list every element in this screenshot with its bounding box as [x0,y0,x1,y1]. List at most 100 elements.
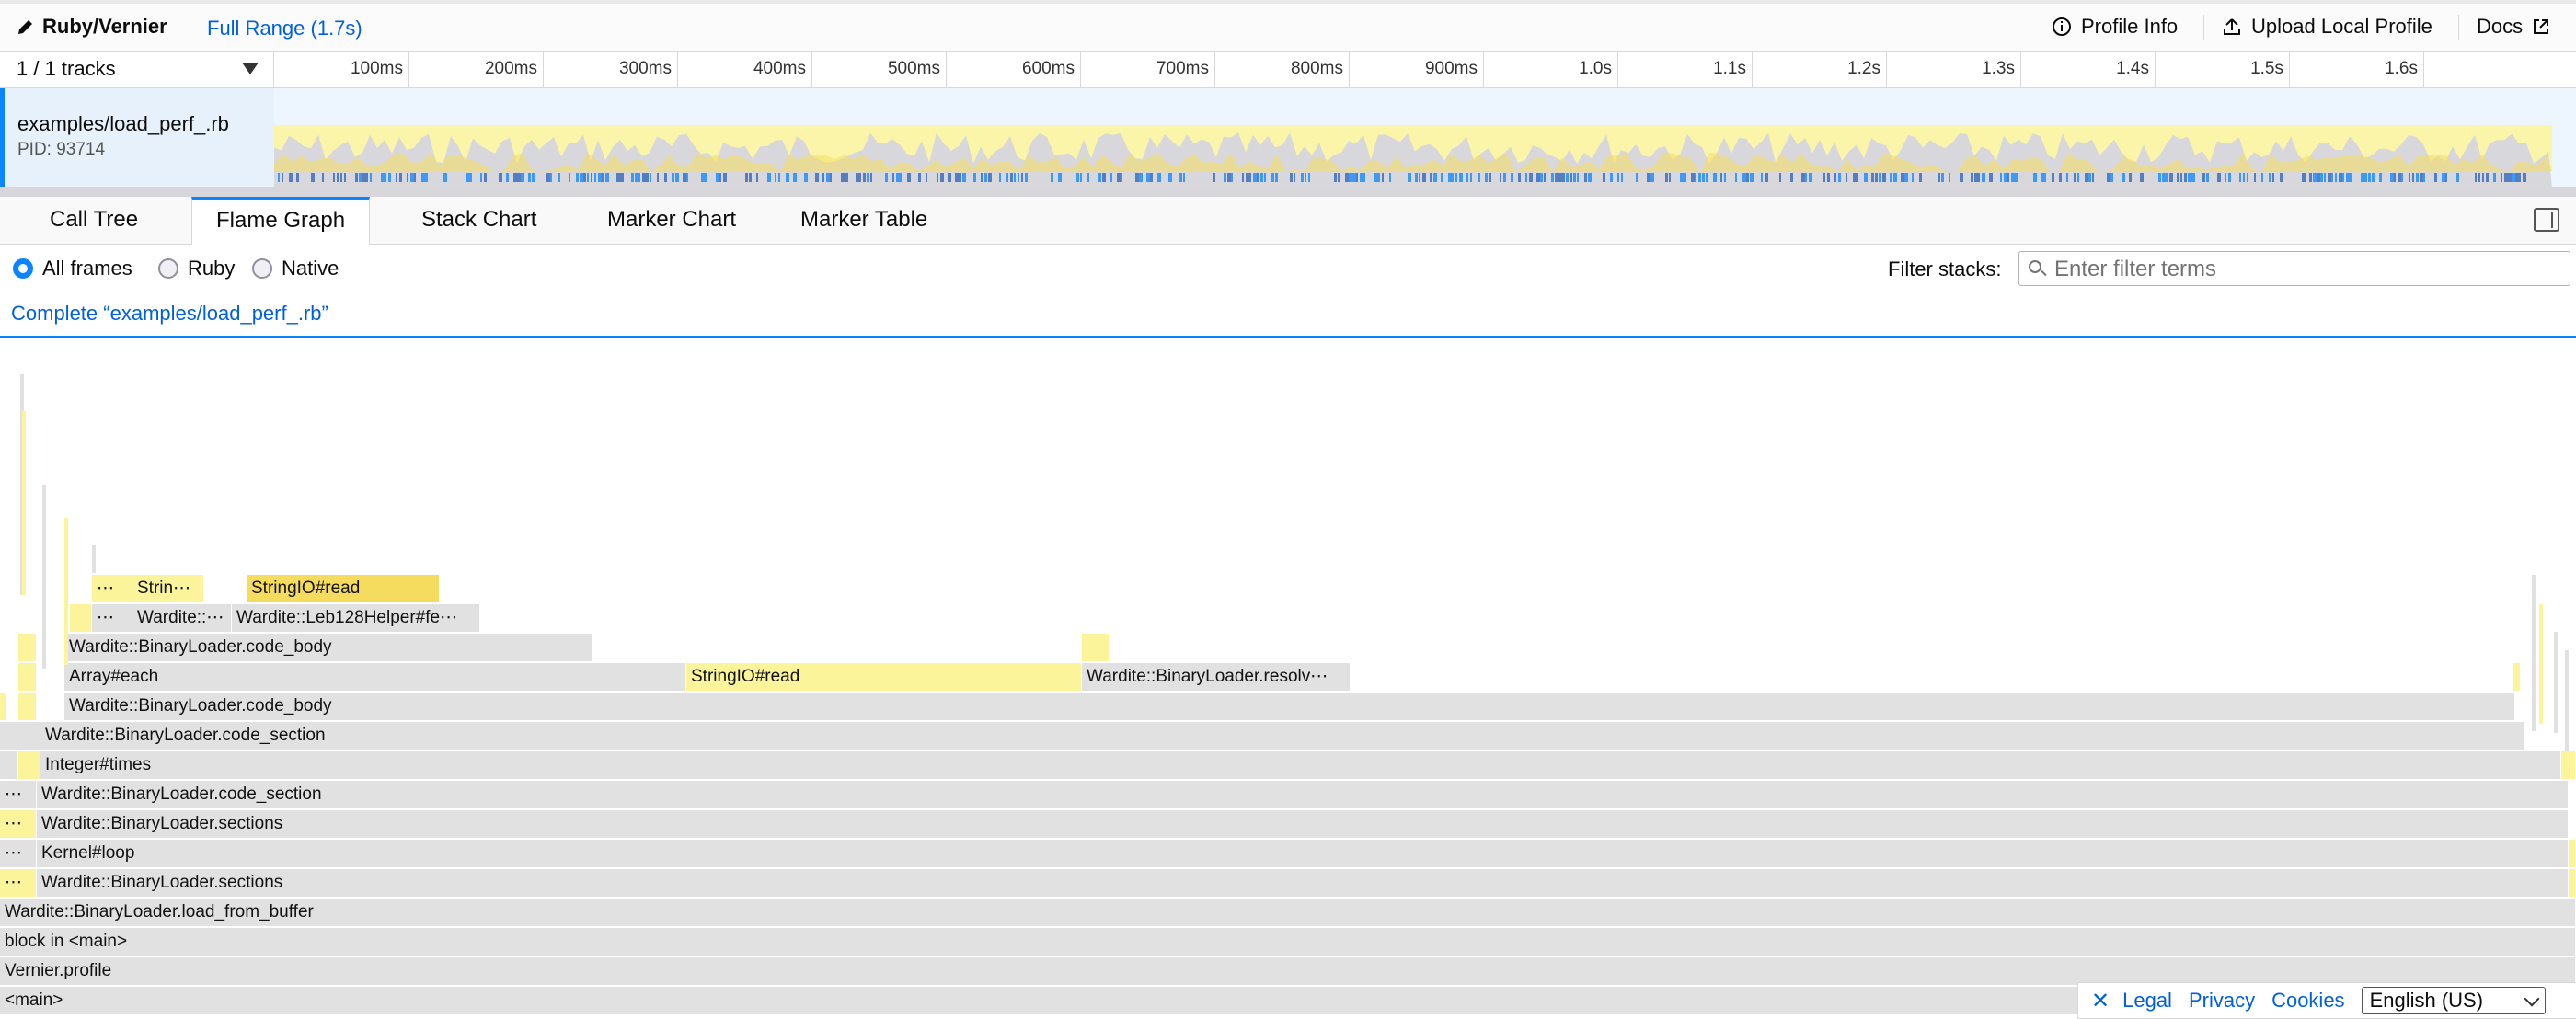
radio-label: Native [282,257,339,280]
flame-frame[interactable] [2569,869,2576,897]
sample-marker [1801,173,1805,182]
flame-frame[interactable] [2513,663,2521,691]
flame-frame[interactable] [2561,751,2576,779]
radio-ruby[interactable]: Ruby [158,257,235,281]
sample-marker [686,173,688,182]
sample-marker [414,173,416,182]
flame-frame[interactable] [70,604,92,632]
activity-graph[interactable] [274,88,2552,188]
flame-frame-sliver[interactable] [2532,575,2536,731]
sample-marker [1010,173,1013,182]
tab-flame-graph[interactable]: Flame Graph [191,197,371,246]
sample-marker [1349,173,1352,182]
tab-marker-chart[interactable]: Marker Chart [583,197,760,245]
flame-frame[interactable]: Wardite::BinaryLoader.sections [37,810,2569,838]
sample-marker [1213,173,1215,182]
sample-marker [2512,173,2515,182]
flame-frame[interactable]: StringIO#read [247,575,440,602]
flame-frame[interactable]: Wardite::BinaryLoader.load_from_buffer [0,899,2576,926]
flame-frame[interactable]: ⋯ [0,869,37,897]
cookies-link[interactable]: Cookies [2271,989,2344,1013]
footer-bar: ✕ Legal Privacy Cookies English (US) [2077,982,2576,1019]
flame-frame-sliver[interactable] [42,485,46,669]
flame-frame[interactable] [18,693,37,720]
flame-frame[interactable]: Wardite::Leb128Helper#fe⋯ [232,604,480,632]
sidebar-toggle-icon[interactable] [2534,208,2559,232]
flame-frame-sliver[interactable] [2539,604,2543,724]
tab-call-tree[interactable]: Call Tree [26,197,162,245]
flame-frame[interactable] [0,722,40,750]
flame-frame-sliver[interactable] [64,518,68,665]
panel-splitter[interactable] [0,188,2576,197]
flame-frame[interactable]: Strin⋯ [132,575,204,602]
flame-frame[interactable] [1082,634,1110,661]
sample-marker [2217,173,2221,182]
sample-marker [2320,173,2323,182]
flame-frame[interactable] [18,634,37,661]
flame-frame[interactable]: Wardite::BinaryLoader.resolv⋯ [1082,663,1351,691]
tab-marker-table[interactable]: Marker Table [776,197,951,245]
flame-frame[interactable]: Wardite::BinaryLoader.code_body [64,634,592,661]
flame-frame[interactable]: ⋯ [0,781,37,808]
flame-frame[interactable] [2569,840,2576,867]
sample-marker [2350,173,2352,182]
flame-frame[interactable]: Wardite::BinaryLoader.code_body [64,693,2515,720]
flame-frame[interactable]: ⋯ [0,840,37,867]
flame-frame-sliver[interactable] [92,545,96,573]
language-select[interactable]: English (US) [2361,987,2546,1014]
flame-frame[interactable]: Kernel#loop [37,840,2569,867]
sample-marker [2317,173,2320,182]
thread-track[interactable]: examples/load_perf_.rb PID: 93714 [0,88,2576,188]
flame-frame[interactable]: StringIO#read [686,663,1082,691]
track-label[interactable]: examples/load_perf_.rb PID: 93714 [0,88,274,187]
sample-marker [845,173,848,182]
docs-button[interactable]: Docs [2477,15,2550,39]
flame-frame[interactable]: Wardite::BinaryLoader.code_section [40,722,2524,750]
flame-frame[interactable]: Array#each [64,663,686,691]
sample-marker [1448,173,1452,182]
flame-frame[interactable]: Wardite::BinaryLoader.sections [37,869,2569,897]
sample-marker [2342,173,2344,182]
privacy-link[interactable]: Privacy [2189,989,2255,1013]
sample-marker [955,173,959,182]
track-count-dropdown[interactable]: 1 / 1 tracks [0,52,274,88]
sample-marker [2394,173,2396,182]
legal-link[interactable]: Legal [2122,989,2172,1013]
sample-marker [1647,173,1650,182]
flame-frame[interactable]: ⋯ [92,575,132,602]
flame-frame[interactable]: Wardite::⋯ [132,604,232,632]
flame-frame-sliver[interactable] [2554,632,2558,733]
flame-frame[interactable] [0,751,18,779]
sample-marker [1098,173,1101,182]
radio-all-frames[interactable]: All frames [13,257,132,281]
sample-marker [2501,173,2502,182]
radio-native[interactable]: Native [252,257,339,281]
sample-marker [2129,173,2132,182]
sample-marker [506,173,509,182]
sample-marker [2442,173,2445,182]
flame-frame[interactable]: Vernier.profile [0,957,2576,985]
profile-name-button[interactable]: Ruby/Vernier [17,15,167,39]
flame-frame[interactable]: ⋯ [0,810,37,838]
filter-field[interactable] [2018,251,2570,286]
upload-profile-button[interactable]: Upload Local Profile [2222,15,2432,39]
close-icon[interactable]: ✕ [2091,988,2110,1014]
flame-frame-sliver[interactable] [2565,650,2569,751]
flame-frame[interactable]: ⋯ [92,604,132,632]
flame-graph[interactable]: <main> Vernier.profile block in <main> W… [0,338,2576,1019]
flame-frame-sliver[interactable] [22,411,26,595]
flame-frame[interactable]: Wardite::BinaryLoader.code_section [37,781,2569,808]
flame-frame[interactable] [18,663,37,691]
filter-input[interactable] [2053,255,2562,284]
sample-marker [859,173,861,182]
timeline-tick [1349,52,1350,88]
profile-info-button[interactable]: Profile Info [2052,15,2178,39]
flame-frame[interactable] [0,693,7,720]
tab-stack-chart[interactable]: Stack Chart [397,197,560,245]
flame-frame[interactable] [18,751,40,779]
committed-range-breadcrumb[interactable]: Full Range (1.7s) [207,17,362,40]
flame-frame[interactable]: block in <main> [0,928,2576,956]
transform-breadcrumb[interactable]: Complete “examples/load_perf_.rb” [0,292,2576,338]
flame-frame[interactable]: Integer#times [40,751,2561,779]
sample-marker [1345,173,1349,182]
